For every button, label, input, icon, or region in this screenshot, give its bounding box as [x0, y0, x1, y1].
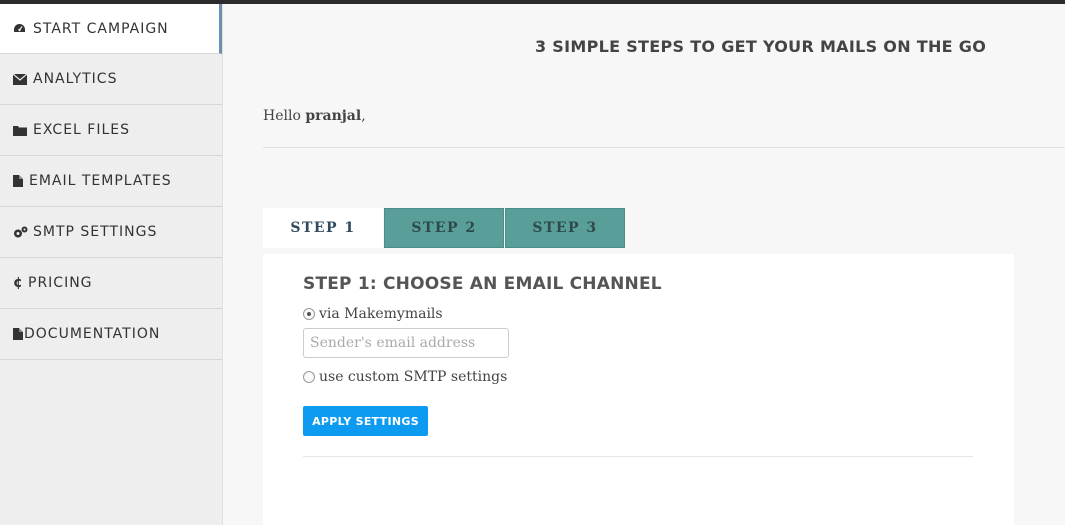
cent-icon: ¢ — [13, 275, 24, 291]
gears-icon — [13, 226, 33, 239]
tab-step-3[interactable]: STEP 3 — [505, 208, 625, 248]
sidebar-item-label: START CAMPAIGN — [33, 20, 169, 37]
page-title: 3 SIMPLE STEPS TO GET YOUR MAILS ON THE … — [535, 37, 987, 56]
sidebar-item-label: ANALYTICS — [33, 71, 118, 87]
sidebar-item-documentation[interactable]: DOCUMENTATION — [0, 309, 222, 360]
panel-title: STEP 1: CHOOSE AN EMAIL CHANNEL — [303, 274, 662, 294]
greeting-prefix: Hello — [263, 108, 306, 124]
sidebar: START CAMPAIGN ANALYTICS EXCEL FILES EMA… — [0, 4, 223, 525]
sidebar-item-excel-files[interactable]: EXCEL FILES — [0, 105, 222, 156]
option-label: via Makemymails — [319, 306, 443, 322]
greeting-suffix: , — [361, 108, 366, 124]
sidebar-item-label: DOCUMENTATION — [24, 326, 161, 342]
sidebar-item-pricing[interactable]: ¢ PRICING — [0, 258, 222, 309]
file-icon — [13, 175, 29, 187]
divider — [303, 456, 973, 457]
sender-email-input[interactable] — [303, 328, 509, 358]
option-label: use custom SMTP settings — [319, 369, 508, 385]
username: pranjal — [305, 108, 362, 124]
envelope-icon — [13, 73, 33, 85]
sidebar-item-analytics[interactable]: ANALYTICS — [0, 54, 222, 105]
sidebar-item-smtp-settings[interactable]: SMTP SETTINGS — [0, 207, 222, 258]
file-icon — [13, 328, 24, 340]
sidebar-item-label: SMTP SETTINGS — [33, 224, 158, 240]
dashboard-icon — [13, 23, 33, 35]
sidebar-item-label: PRICING — [28, 275, 93, 291]
radio-custom-smtp[interactable] — [303, 371, 315, 383]
step-panel: STEP 1: CHOOSE AN EMAIL CHANNEL via Make… — [263, 254, 1014, 525]
greeting: Hello pranjal, — [263, 108, 366, 124]
option-custom-smtp[interactable]: use custom SMTP settings — [303, 369, 507, 385]
option-makemymails[interactable]: via Makemymails — [303, 306, 443, 322]
sidebar-item-label: EMAIL TEMPLATES — [29, 173, 172, 189]
step-tabs: STEP 1 STEP 2 STEP 3 — [263, 208, 625, 248]
sidebar-item-start-campaign[interactable]: START CAMPAIGN — [0, 4, 222, 54]
sidebar-item-label: EXCEL FILES — [33, 122, 131, 138]
tab-step-2[interactable]: STEP 2 — [384, 208, 504, 248]
folder-icon — [13, 125, 33, 136]
radio-makemymails[interactable] — [303, 308, 315, 320]
apply-settings-button[interactable]: APPLY SETTINGS — [303, 406, 428, 436]
sidebar-item-email-templates[interactable]: EMAIL TEMPLATES — [0, 156, 222, 207]
divider — [263, 147, 1065, 148]
main-content: 3 SIMPLE STEPS TO GET YOUR MAILS ON THE … — [223, 4, 1065, 525]
tab-step-1[interactable]: STEP 1 — [263, 208, 383, 248]
